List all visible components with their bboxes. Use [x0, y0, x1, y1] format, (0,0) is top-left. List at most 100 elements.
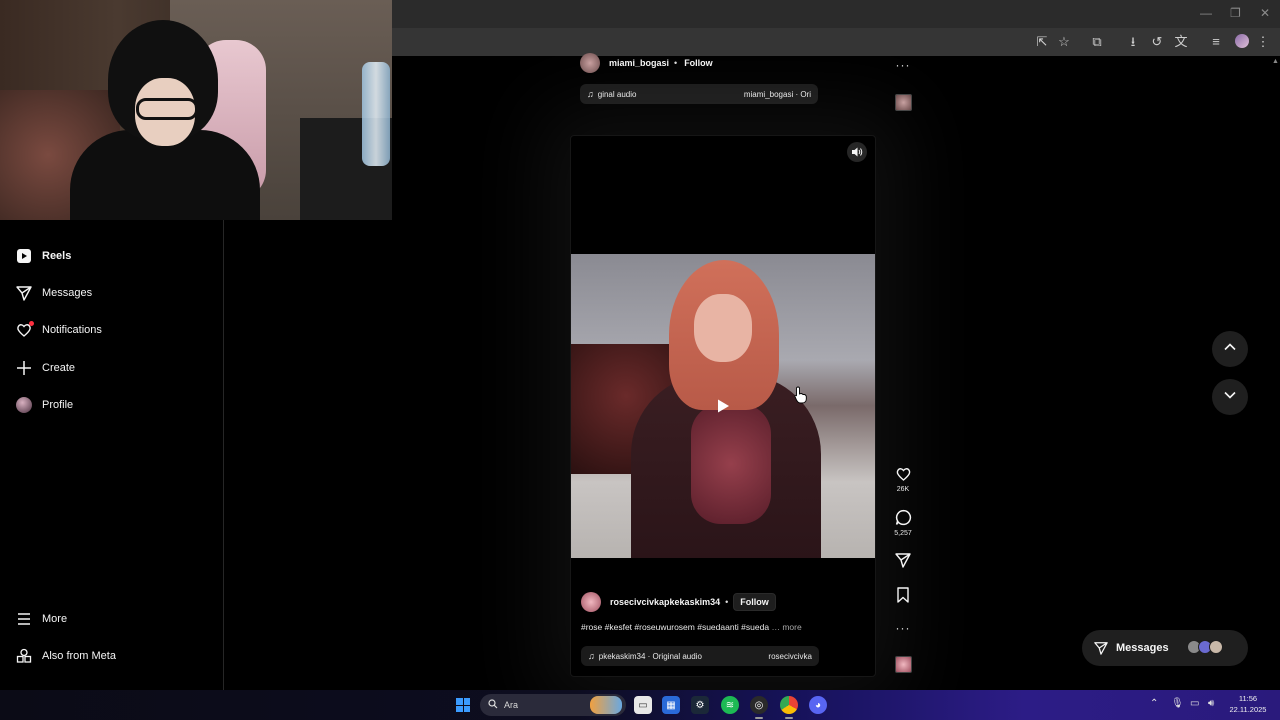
caption-more-link[interactable]: more: [782, 622, 801, 632]
volume-icon[interactable]: 🔊︎: [1208, 698, 1214, 709]
previous-audio-pill[interactable]: ♫ ginal audio miami_bogasi · Ori: [580, 84, 818, 104]
save-button[interactable]: [890, 587, 916, 605]
nav-reels[interactable]: Reels: [14, 244, 71, 268]
nav-more[interactable]: More: [14, 607, 67, 631]
install-app-icon[interactable]: ⇱: [1033, 33, 1051, 51]
notification-dot: [29, 321, 34, 326]
search-icon: [488, 699, 498, 711]
reel-caption-text: #rose #kesfet #roseuwurosem #suedaanti #…: [581, 622, 770, 632]
video-shirt-print: [691, 404, 771, 524]
previous-author-row: miami_bogasi • Follow: [580, 53, 715, 73]
previous-more-options[interactable]: ···: [890, 58, 916, 72]
messages-pill-label: Messages: [1116, 642, 1169, 654]
bookmark-icon: [896, 587, 910, 605]
extensions-icon[interactable]: ⧉: [1088, 33, 1106, 51]
minimize-icon[interactable]: —: [1200, 6, 1212, 20]
running-indicator: [755, 717, 763, 719]
previous-audio-thumb[interactable]: [890, 94, 916, 111]
chevron-up-icon[interactable]: ⌃: [1150, 698, 1158, 709]
discord-icon[interactable]: ◕: [809, 696, 827, 714]
network-icon[interactable]: ▭: [1190, 698, 1199, 709]
reel-video[interactable]: [571, 254, 875, 558]
comment-icon: [895, 509, 912, 528]
previous-follow-button[interactable]: Follow: [682, 58, 715, 68]
messages-pill[interactable]: Messages: [1082, 630, 1248, 666]
scrollbar-up-arrow[interactable]: ▲: [1271, 58, 1280, 68]
previous-audio-left: ginal audio: [597, 89, 637, 99]
next-reel-button[interactable]: [1212, 379, 1248, 415]
left-nav: Reels Messages Notifications Create Prof…: [0, 220, 224, 690]
comment-count: 5,257: [894, 530, 912, 537]
previous-author-username[interactable]: miami_bogasi: [609, 58, 669, 68]
download-icon[interactable]: ⭳: [1124, 33, 1142, 51]
chrome-icon[interactable]: [780, 696, 798, 714]
browser-titlebar: — ❐ ✕: [392, 0, 1280, 28]
windows-start-icon[interactable]: [456, 698, 470, 712]
hand-cursor-icon: [794, 386, 808, 409]
reel-author-avatar[interactable]: [581, 592, 601, 612]
search-highlight-image: [590, 696, 622, 714]
reel-audio-thumb[interactable]: [890, 656, 916, 673]
nav-create[interactable]: Create: [14, 356, 75, 380]
send-icon: [14, 283, 34, 303]
webcam-overlay: [0, 0, 392, 220]
steam-icon[interactable]: ⚙: [691, 696, 709, 714]
history-icon[interactable]: ↺: [1148, 33, 1166, 51]
spotify-icon[interactable]: ≋: [721, 696, 739, 714]
nav-messages[interactable]: Messages: [14, 281, 92, 305]
music-note-icon: ♫: [588, 651, 595, 661]
profile-avatar[interactable]: [1235, 34, 1249, 48]
media-control-icon[interactable]: ≡: [1207, 33, 1225, 51]
separator-dot: •: [725, 597, 729, 607]
clock-time: 11:56: [1238, 694, 1258, 703]
reel-more-options[interactable]: ···: [890, 621, 916, 635]
share-button[interactable]: [890, 552, 916, 570]
previous-audio-right: miami_bogasi · Ori: [743, 89, 811, 99]
previous-author-avatar[interactable]: [580, 53, 600, 73]
browser-toolbar: ⇱ ☆ ⧉ ⭳ ↺ 文 ≡ ⋮: [392, 28, 1280, 56]
file-explorer-icon[interactable]: ▭: [634, 696, 652, 714]
audio-thumbnail: [894, 94, 912, 111]
like-button[interactable]: 26K: [890, 466, 916, 493]
microsoft-store-icon[interactable]: ▦: [662, 696, 680, 714]
hamburger-icon: [14, 609, 34, 629]
reel-author-username[interactable]: rosecivcivkapkekaskim34: [610, 597, 720, 607]
messages-avatars: [1187, 640, 1223, 654]
taskbar-search-placeholder: Ara: [504, 700, 519, 710]
play-icon[interactable]: [715, 398, 731, 414]
taskbar-search[interactable]: Ara: [480, 694, 626, 716]
nav-notifications[interactable]: Notifications: [14, 318, 102, 342]
bookmark-star-icon[interactable]: ☆: [1055, 33, 1073, 51]
reels-icon: [14, 246, 34, 266]
nav-profile[interactable]: Profile: [14, 393, 73, 417]
send-icon: [1094, 641, 1108, 655]
running-indicator: [785, 717, 793, 719]
avatar: [1209, 640, 1223, 654]
nav-also-from-meta[interactable]: Also from Meta: [14, 644, 116, 668]
reel-author-row: rosecivcivkapkekaskim34 • Follow: [581, 592, 776, 612]
webcam-glasses: [136, 98, 198, 120]
close-icon[interactable]: ✕: [1260, 6, 1270, 20]
more-options-icon: ···: [895, 58, 911, 72]
meta-apps-icon: [14, 646, 34, 666]
chevron-down-icon: [1223, 388, 1237, 407]
microphone-icon[interactable]: 🎙︎: [1171, 698, 1184, 709]
nav-messages-label: Messages: [42, 287, 93, 299]
heart-icon: [14, 320, 34, 340]
previous-reel-button[interactable]: [1212, 331, 1248, 367]
nav-reels-label: Reels: [42, 250, 72, 262]
nav-profile-label: Profile: [42, 399, 74, 411]
nav-create-label: Create: [42, 362, 76, 374]
volume-icon[interactable]: [847, 142, 867, 162]
reel-audio-pill[interactable]: ♫ pkekaskim34 · Original audio rosecivci…: [581, 646, 819, 666]
taskbar-clock[interactable]: 11:56 22.11.2025: [1226, 693, 1270, 715]
clock-date: 22.11.2025: [1229, 705, 1267, 714]
reel-card: rosecivcivkapkekaskim34 • Follow #rose #…: [570, 135, 876, 677]
previous-reel-footer: miami_bogasi • Follow ♫ ginal audio miam…: [570, 53, 876, 114]
translate-icon[interactable]: 文: [1172, 33, 1190, 51]
menu-kebab-icon[interactable]: ⋮: [1254, 33, 1272, 51]
restore-icon[interactable]: ❐: [1230, 6, 1241, 20]
reel-follow-button[interactable]: Follow: [733, 593, 776, 611]
comment-button[interactable]: 5,257: [890, 509, 916, 537]
streaming-app-icon[interactable]: ◎: [750, 696, 768, 714]
